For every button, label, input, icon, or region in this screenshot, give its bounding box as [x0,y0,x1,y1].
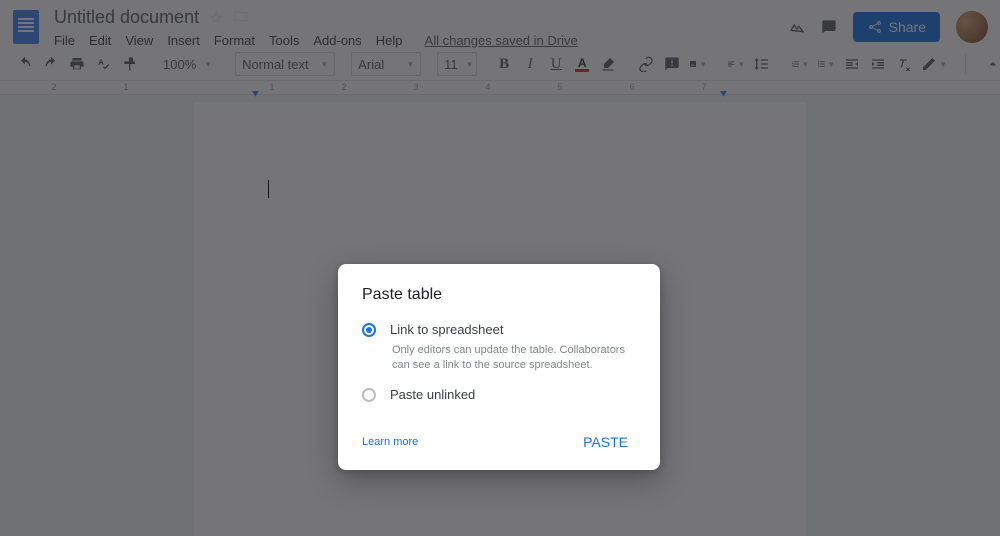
option-paste-unlinked[interactable]: Paste unlinked [362,387,636,402]
learn-more-link[interactable]: Learn more [362,436,418,448]
option-label: Link to spreadsheet [390,322,503,337]
option-description: Only editors can update the table. Colla… [392,343,636,373]
option-link-to-spreadsheet[interactable]: Link to spreadsheet [362,322,636,337]
paste-table-dialog: Paste table Link to spreadsheet Only edi… [338,264,660,470]
radio-icon[interactable] [362,388,376,402]
dialog-title: Paste table [362,286,636,304]
option-label: Paste unlinked [390,387,475,402]
radio-icon[interactable] [362,323,376,337]
paste-button[interactable]: PASTE [575,428,636,456]
